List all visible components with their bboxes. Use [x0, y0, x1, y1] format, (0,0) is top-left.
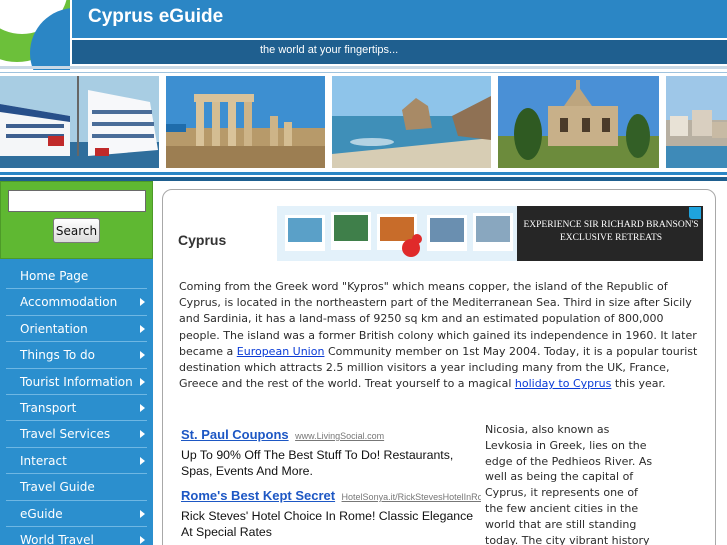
text-ad-title[interactable]: Rome's Best Kept Secret	[181, 488, 335, 503]
nicosia-paragraph: Nicosia, also known as Levkosia in Greek…	[485, 423, 653, 545]
tagline-bar: the world at your fingertips...	[72, 40, 727, 64]
banner-ad-text: EXPERIENCE SIR RICHARD BRANSON'S EXCLUSI…	[523, 220, 699, 243]
chevron-right-icon	[140, 456, 145, 465]
nav-item-eguide[interactable]: eGuide	[6, 501, 147, 527]
chevron-right-icon	[140, 403, 145, 412]
intro-text: this year.	[611, 377, 666, 391]
text-ad-title[interactable]: St. Paul Coupons	[181, 427, 289, 442]
tagline: the world at your fingertips...	[260, 44, 399, 56]
page-title: Cyprus	[178, 232, 227, 248]
nav-item-world-travel[interactable]: World Travel	[6, 527, 147, 545]
logo-icon[interactable]	[0, 0, 70, 70]
text-ad-header: Rome's Best Kept Secret HotelSonya.it/Ri…	[181, 487, 481, 505]
intro-paragraph: Coming from the Greek word "Kypros" whic…	[179, 279, 705, 392]
nav-item-label: Orientation	[20, 321, 88, 336]
photo-harbour	[0, 76, 159, 168]
photo-town	[666, 76, 727, 168]
banner-ad-image	[277, 206, 517, 261]
banner-ad[interactable]: EXPERIENCE SIR RICHARD BRANSON'S EXCLUSI…	[277, 206, 703, 261]
photo-strip	[0, 72, 727, 172]
text-ad: St. Paul Coupons www.LivingSocial.com Up…	[181, 426, 471, 479]
chevron-right-icon	[140, 324, 145, 333]
sidebar: Search Home Page Accommodation Orientati…	[0, 181, 153, 545]
title-bar: Cyprus eGuide	[72, 0, 727, 38]
european-union-link[interactable]: European Union	[237, 345, 325, 358]
nav-item-label: Interact	[20, 453, 67, 468]
nav-item-interact[interactable]: Interact	[6, 448, 147, 475]
text-ads: St. Paul Coupons www.LivingSocial.com Up…	[181, 426, 481, 545]
search-input[interactable]	[8, 190, 146, 212]
sidebar-nav: Home Page Accommodation Orientation Thin…	[0, 263, 153, 545]
nav-item-label: Tourist Information	[20, 374, 133, 389]
text-ad: Rome's Best Kept Secret HotelSonya.it/Ri…	[181, 487, 481, 540]
chevron-right-icon	[140, 509, 145, 518]
chevron-right-icon	[140, 298, 145, 307]
nav-item-label: Travel Guide	[20, 480, 95, 495]
chevron-right-icon	[140, 377, 145, 386]
main-content: Cyprus EXPERIENCE SIR RICHARD BRANSON'S …	[162, 189, 716, 545]
text-ad-url[interactable]: www.LivingSocial.com	[295, 431, 384, 441]
search-button[interactable]: Search	[53, 218, 100, 243]
chevron-right-icon	[140, 351, 145, 360]
nav-item-label: Travel Services	[20, 427, 111, 442]
nav-item-label: Transport	[20, 400, 77, 415]
nav-item-things-to-do[interactable]: Things To do	[6, 342, 147, 369]
nav-item-label: eGuide	[20, 506, 63, 521]
search-panel: Search	[0, 181, 153, 259]
text-ad-description: Rick Steves' Hotel Choice In Rome! Class…	[181, 509, 474, 539]
ad-choices-icon[interactable]	[689, 207, 701, 219]
header-divider	[0, 66, 727, 69]
nav-item-home-page[interactable]: Home Page	[6, 263, 147, 290]
nav-item-orientation[interactable]: Orientation	[6, 316, 147, 343]
chevron-right-icon	[140, 430, 145, 439]
nav-item-label: Accommodation	[20, 295, 118, 310]
nav-item-label: Things To do	[20, 348, 95, 363]
holiday-to-cyprus-link[interactable]: holiday to Cyprus	[515, 377, 611, 390]
photo-temple	[166, 76, 325, 168]
photo-coast	[332, 76, 491, 168]
nav-item-travel-services[interactable]: Travel Services	[6, 421, 147, 448]
nav-item-tourist-information[interactable]: Tourist Information	[6, 369, 147, 395]
nav-item-travel-guide[interactable]: Travel Guide	[6, 474, 147, 501]
chevron-right-icon	[140, 535, 145, 544]
site-title[interactable]: Cyprus eGuide	[88, 6, 223, 28]
text-ad-description: Up To 90% Off The Best Stuff To Do! Rest…	[181, 448, 454, 478]
nav-item-accommodation[interactable]: Accommodation	[6, 289, 147, 316]
text-ad-header: St. Paul Coupons www.LivingSocial.com	[181, 426, 481, 444]
photo-abbey	[498, 76, 659, 168]
nav-item-label: World Travel	[20, 532, 94, 545]
site-header: Cyprus eGuide the world at your fingerti…	[0, 0, 727, 72]
nav-item-transport[interactable]: Transport	[6, 395, 147, 422]
nav-item-label: Home Page	[20, 269, 89, 283]
text-ad-url[interactable]: HotelSonya.it/RickStevesHotelInRome	[342, 492, 481, 502]
strip-divider	[0, 172, 727, 181]
